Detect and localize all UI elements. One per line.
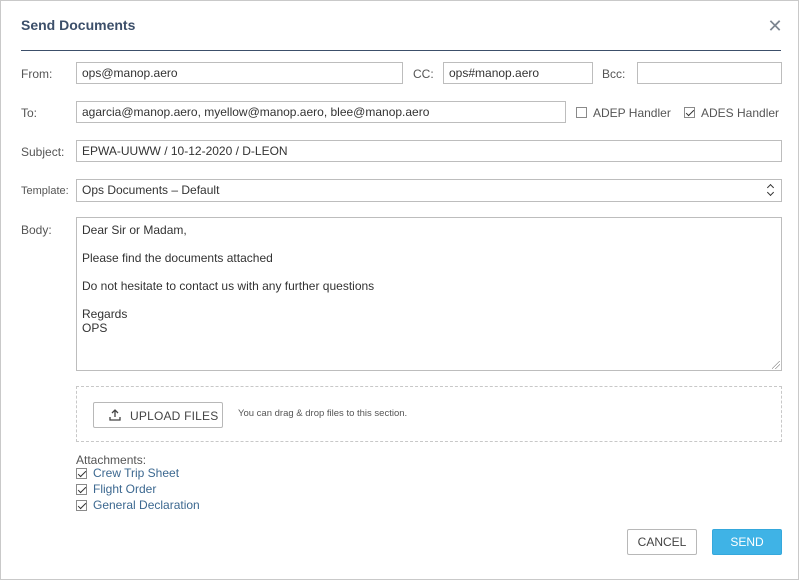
dialog-title: Send Documents <box>21 17 136 33</box>
upload-files-label: UPLOAD FILES <box>130 409 219 423</box>
attachment-link-general-declaration[interactable]: General Declaration <box>93 498 200 512</box>
send-documents-dialog: Send Documents ✕ From: ops@manop.aero CC… <box>0 0 799 580</box>
resize-handle-icon[interactable] <box>772 361 780 369</box>
attachment-checkbox[interactable] <box>76 500 87 511</box>
attachments-title: Attachments: <box>76 453 147 467</box>
subject-label: Subject: <box>21 145 65 159</box>
select-arrows-icon <box>767 183 775 197</box>
cc-label: CC: <box>413 67 434 81</box>
template-select[interactable]: Ops Documents – Default <box>76 179 782 202</box>
body-line <box>82 237 776 251</box>
upload-dropzone[interactable]: UPLOAD FILES You can drag & drop files t… <box>76 386 782 442</box>
body-line: OPS <box>82 321 108 335</box>
from-field[interactable]: ops@manop.aero <box>76 62 403 84</box>
drop-hint-text: You can drag & drop files to this sectio… <box>238 408 408 419</box>
body-line: Please find the documents attached <box>82 251 273 265</box>
attachment-link-flight-order[interactable]: Flight Order <box>93 482 156 496</box>
title-divider <box>21 50 781 51</box>
bcc-field[interactable] <box>637 62 782 84</box>
ades-handler-label: ADES Handler <box>701 106 780 120</box>
body-line: Dear Sir or Madam, <box>82 223 187 237</box>
ades-handler-checkbox[interactable] <box>684 107 695 118</box>
adep-handler-label: ADEP Handler <box>593 106 671 120</box>
to-field[interactable]: agarcia@manop.aero, myellow@manop.aero, … <box>76 101 566 123</box>
body-line <box>82 293 776 307</box>
body-line <box>82 265 776 279</box>
attachment-checkbox[interactable] <box>76 484 87 495</box>
cc-field[interactable]: ops#manop.aero <box>443 62 593 84</box>
body-textarea[interactable]: Dear Sir or Madam, Please find the docum… <box>76 217 782 371</box>
cancel-button[interactable]: CANCEL <box>627 529 697 555</box>
close-icon[interactable]: ✕ <box>767 17 783 35</box>
bcc-label: Bcc: <box>602 67 626 81</box>
subject-field[interactable]: EPWA-UUWW / 10-12-2020 / D-LEON <box>76 140 782 162</box>
attachment-link-crew-trip-sheet[interactable]: Crew Trip Sheet <box>93 466 179 480</box>
attachment-checkbox[interactable] <box>76 468 87 479</box>
from-label: From: <box>21 67 53 81</box>
template-selected-value: Ops Documents – Default <box>82 183 220 197</box>
to-label: To: <box>21 106 38 120</box>
upload-icon <box>109 409 121 421</box>
send-button[interactable]: SEND <box>712 529 782 555</box>
template-label: Template: <box>21 185 69 197</box>
upload-files-button[interactable]: UPLOAD FILES <box>93 402 223 428</box>
body-label: Body: <box>21 223 52 237</box>
body-line: Regards <box>82 307 128 321</box>
adep-handler-checkbox[interactable] <box>576 107 587 118</box>
body-line: Do not hesitate to contact us with any f… <box>82 279 375 293</box>
